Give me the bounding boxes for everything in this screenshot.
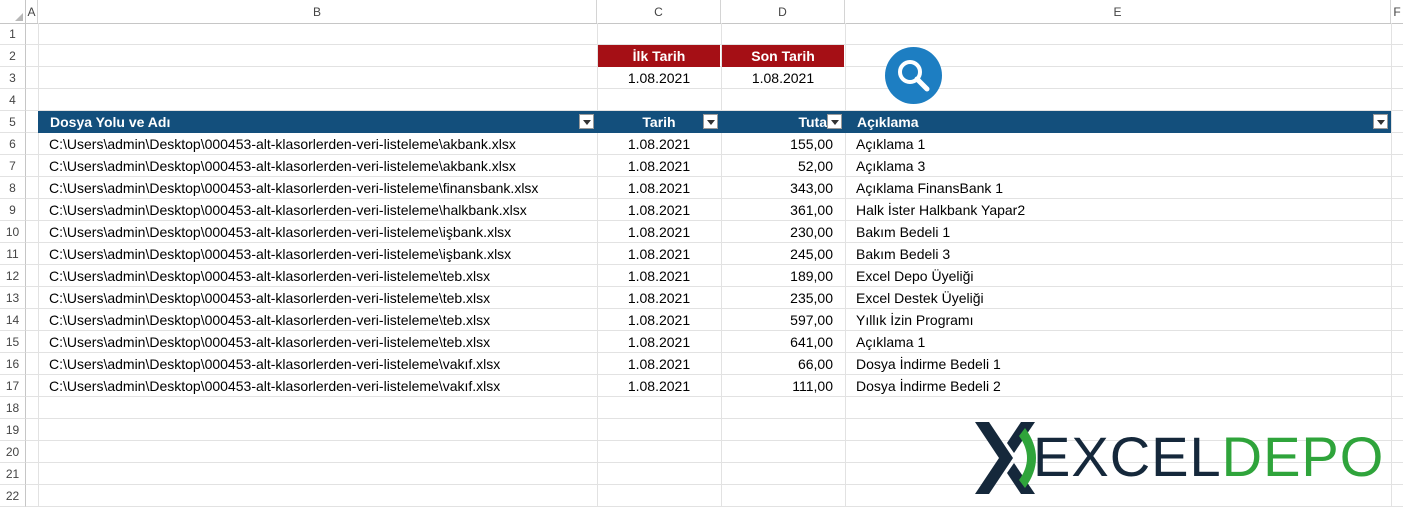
row-header-19[interactable]: 19 [0, 419, 26, 441]
column-header-bar: A B C D E F [0, 0, 1403, 24]
table-cell-date[interactable]: 1.08.2021 [597, 309, 721, 331]
row-header-12[interactable]: 12 [0, 265, 26, 287]
row-header-6[interactable]: 6 [0, 133, 26, 155]
table-cell-file-path[interactable]: C:\Users\admin\Desktop\000453-alt-klasor… [38, 133, 597, 155]
column-header-b[interactable]: B [38, 0, 597, 23]
table-header-border [38, 132, 1391, 133]
table-cell-file-path[interactable]: C:\Users\admin\Desktop\000453-alt-klasor… [38, 331, 597, 353]
table-cell-description[interactable]: Halk İster Halkbank Yapar2 [845, 199, 1391, 221]
table-cell-description[interactable]: Bakım Bedeli 1 [845, 221, 1391, 243]
table-cell-file-path[interactable]: C:\Users\admin\Desktop\000453-alt-klasor… [38, 177, 597, 199]
search-button[interactable] [885, 47, 942, 104]
table-cell-date[interactable]: 1.08.2021 [597, 353, 721, 375]
filter-dropdown-file-path[interactable] [579, 114, 594, 129]
table-cell-date[interactable]: 1.08.2021 [597, 243, 721, 265]
row-header-7[interactable]: 7 [0, 155, 26, 177]
table-cell-file-path[interactable]: C:\Users\admin\Desktop\000453-alt-klasor… [38, 221, 597, 243]
row-header-9[interactable]: 9 [0, 199, 26, 221]
end-date-label: Son Tarih [722, 45, 844, 67]
table-cell-description[interactable]: Excel Depo Üyeliği [845, 265, 1391, 287]
table-cell-amount[interactable]: 361,00 [721, 199, 845, 221]
column-header-c[interactable]: C [597, 0, 721, 23]
row-header-13[interactable]: 13 [0, 287, 26, 309]
header-file-path: Dosya Yolu ve Adı [38, 111, 597, 133]
logo-text: EXCELDEPO [1033, 426, 1384, 488]
table-cell-file-path[interactable]: C:\Users\admin\Desktop\000453-alt-klasor… [38, 243, 597, 265]
row-header-10[interactable]: 10 [0, 221, 26, 243]
table-cell-amount[interactable]: 641,00 [721, 331, 845, 353]
row-header-16[interactable]: 16 [0, 353, 26, 375]
row-header-21[interactable]: 21 [0, 463, 26, 485]
row-header-1[interactable]: 1 [0, 23, 26, 45]
table-cell-date[interactable]: 1.08.2021 [597, 155, 721, 177]
table-cell-date[interactable]: 1.08.2021 [597, 375, 721, 397]
row-header-15[interactable]: 15 [0, 331, 26, 353]
row-header-4[interactable]: 4 [0, 89, 26, 111]
header-description: Açıklama [845, 111, 1391, 133]
row-header-11[interactable]: 11 [0, 243, 26, 265]
table-cell-amount[interactable]: 597,00 [721, 309, 845, 331]
start-date-label: İlk Tarih [598, 45, 720, 67]
table-cell-file-path[interactable]: C:\Users\admin\Desktop\000453-alt-klasor… [38, 309, 597, 331]
table-cell-amount[interactable]: 155,00 [721, 133, 845, 155]
table-cell-date[interactable]: 1.08.2021 [597, 133, 721, 155]
filter-dropdown-date[interactable] [703, 114, 718, 129]
table-cell-description[interactable]: Açıklama 1 [845, 133, 1391, 155]
filter-dropdown-amount[interactable] [827, 114, 842, 129]
row-header-5[interactable]: 5 [0, 111, 26, 133]
table-cell-amount[interactable]: 245,00 [721, 243, 845, 265]
row-header-14[interactable]: 14 [0, 309, 26, 331]
table-cell-description[interactable]: Dosya İndirme Bedeli 1 [845, 353, 1391, 375]
row-header-18[interactable]: 18 [0, 397, 26, 419]
select-all-corner[interactable] [0, 0, 26, 23]
table-cell-description[interactable]: Açıklama FinansBank 1 [845, 177, 1391, 199]
table-cell-description[interactable]: Açıklama 3 [845, 155, 1391, 177]
table-cell-amount[interactable]: 230,00 [721, 221, 845, 243]
table-cell-description[interactable]: Yıllık İzin Programı [845, 309, 1391, 331]
table-cell-file-path[interactable]: C:\Users\admin\Desktop\000453-alt-klasor… [38, 353, 597, 375]
table-cell-description[interactable]: Açıklama 1 [845, 331, 1391, 353]
table-cell-date[interactable]: 1.08.2021 [597, 221, 721, 243]
table-cell-description[interactable]: Excel Destek Üyeliği [845, 287, 1391, 309]
table-cell-date[interactable]: 1.08.2021 [597, 331, 721, 353]
table-cell-file-path[interactable]: C:\Users\admin\Desktop\000453-alt-klasor… [38, 155, 597, 177]
table-cell-description[interactable]: Dosya İndirme Bedeli 2 [845, 375, 1391, 397]
logo-text-excel: EXCEL [1033, 425, 1222, 488]
table-cell-file-path[interactable]: C:\Users\admin\Desktop\000453-alt-klasor… [38, 375, 597, 397]
table-cell-file-path[interactable]: C:\Users\admin\Desktop\000453-alt-klasor… [38, 287, 597, 309]
column-header-d[interactable]: D [721, 0, 845, 23]
row-header-20[interactable]: 20 [0, 441, 26, 463]
exceldepo-logo: EXCELDEPO [973, 418, 1393, 498]
table-cell-amount[interactable]: 189,00 [721, 265, 845, 287]
table-cell-amount[interactable]: 66,00 [721, 353, 845, 375]
table-cell-amount[interactable]: 52,00 [721, 155, 845, 177]
table-cell-file-path[interactable]: C:\Users\admin\Desktop\000453-alt-klasor… [38, 265, 597, 287]
filter-dropdown-description[interactable] [1373, 114, 1388, 129]
row-header-2[interactable]: 2 [0, 45, 26, 67]
table-cell-amount[interactable]: 343,00 [721, 177, 845, 199]
row-header-3[interactable]: 3 [0, 67, 26, 89]
column-header-f[interactable]: F [1391, 0, 1403, 23]
table-cell-date[interactable]: 1.08.2021 [597, 287, 721, 309]
row-header-8[interactable]: 8 [0, 177, 26, 199]
start-date-input[interactable]: 1.08.2021 [598, 67, 720, 89]
table-cell-amount[interactable]: 111,00 [721, 375, 845, 397]
table-cell-description[interactable]: Bakım Bedeli 3 [845, 243, 1391, 265]
table-cell-date[interactable]: 1.08.2021 [597, 265, 721, 287]
column-header-a[interactable]: A [26, 0, 38, 23]
row-header-17[interactable]: 17 [0, 375, 26, 397]
search-icon [898, 60, 930, 92]
logo-text-depo: DEPO [1221, 425, 1385, 488]
table-cell-date[interactable]: 1.08.2021 [597, 177, 721, 199]
table-cell-date[interactable]: 1.08.2021 [597, 199, 721, 221]
end-date-input[interactable]: 1.08.2021 [722, 67, 844, 89]
table-cell-amount[interactable]: 235,00 [721, 287, 845, 309]
row-header-22[interactable]: 22 [0, 485, 26, 507]
table-cell-file-path[interactable]: C:\Users\admin\Desktop\000453-alt-klasor… [38, 199, 597, 221]
column-header-e[interactable]: E [845, 0, 1391, 23]
